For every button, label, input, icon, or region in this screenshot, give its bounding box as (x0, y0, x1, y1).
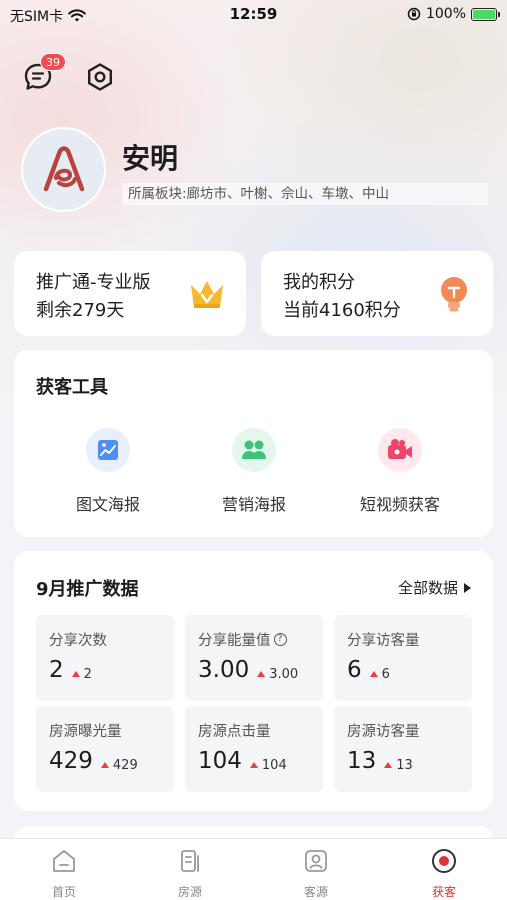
tab-label: 房源 (177, 885, 202, 899)
trend-up-icon (71, 671, 80, 677)
metric-value: 3.00 (198, 657, 250, 683)
orientation-lock-icon (407, 7, 421, 21)
metric-value: 2 (49, 657, 64, 683)
clients-icon (305, 850, 327, 872)
metric-share-visitors[interactable]: 分享访客量 6 6 (334, 615, 472, 701)
video-camera-icon (378, 428, 422, 472)
metric-listing-clicks[interactable]: 房源点击量 104 104 (185, 706, 323, 792)
tab-home[interactable]: 首页 (34, 847, 94, 900)
status-right: 100% (407, 6, 500, 22)
tab-label: 首页 (51, 885, 76, 899)
metric-delta: 6 (381, 666, 390, 682)
trend-up-icon (384, 762, 393, 768)
avatar-logo-icon (43, 145, 84, 191)
metric-label: 房源访客量 (347, 724, 420, 740)
promo-plan-title: 推广通-专业版 (36, 272, 151, 293)
tools-title: 获客工具 (36, 377, 108, 398)
help-icon[interactable]: ? (273, 633, 287, 646)
points-card[interactable]: 我的积分 当前4160积分 (261, 251, 493, 336)
points-title: 我的积分 (283, 272, 355, 293)
trend-up-icon (369, 671, 378, 677)
avatar[interactable] (21, 127, 106, 212)
tab-label: 获客 (431, 885, 456, 899)
battery-percent: 100% (425, 6, 466, 22)
settings-icon[interactable] (84, 61, 116, 93)
acquire-icon (432, 849, 456, 873)
lightbulb-icon (441, 277, 467, 312)
trend-up-icon (257, 671, 266, 677)
status-bar: 无SIM卡 12:59 100% (0, 0, 507, 30)
metric-delta: 104 (261, 757, 287, 773)
trend-up-icon (249, 762, 258, 768)
people-icon (232, 428, 276, 472)
tool-short-video[interactable]: 短视频获客 (325, 428, 475, 515)
metric-value: 429 (49, 748, 93, 774)
tool-label: 短视频获客 (359, 495, 440, 514)
metric-delta: 429 (112, 757, 138, 773)
trend-up-icon (100, 762, 109, 768)
metric-label: 房源点击量 (198, 724, 271, 740)
tab-clients[interactable]: 客源 (286, 847, 346, 900)
metric-listing-exposure[interactable]: 房源曝光量 429 429 (36, 706, 174, 792)
all-data-label: 全部数据 (397, 579, 458, 597)
tool-image-poster[interactable]: 图文海报 (33, 428, 183, 515)
metric-share-count[interactable]: 分享次数 2 2 (36, 615, 174, 701)
tab-acquire[interactable]: 获客 (414, 847, 474, 900)
tab-bar: 首页 房源 客源 获客 (0, 838, 507, 900)
metric-delta: 13 (396, 757, 413, 773)
promo-data-title: 9月推广数据 (36, 579, 139, 600)
tools-section: 获客工具 图文海报 营销海报 短视频获客 (14, 350, 493, 537)
metric-value: 6 (347, 657, 362, 683)
points-current: 当前4160积分 (283, 300, 401, 321)
user-name: 安明 (122, 142, 179, 175)
crown-icon (191, 281, 223, 308)
promo-plan-card[interactable]: 推广通-专业版 剩余279天 (14, 251, 246, 336)
arrow-right-icon (464, 582, 471, 593)
metric-value: 104 (198, 748, 242, 774)
all-data-link[interactable]: 全部数据 (398, 577, 471, 598)
promo-plan-remaining: 剩余279天 (36, 300, 125, 321)
tool-label: 图文海报 (75, 495, 140, 514)
message-badge: 39 (40, 53, 66, 71)
tab-label: 客源 (303, 885, 328, 899)
metric-delta: 2 (83, 666, 92, 682)
region-label: 所属板块:廊坊市、叶榭、佘山、车墩、中山 (122, 183, 488, 205)
metric-label: 分享能量值 (198, 633, 271, 649)
tab-listings[interactable]: 房源 (160, 847, 220, 900)
home-icon (53, 850, 75, 872)
tool-label: 营销海报 (221, 495, 286, 514)
image-poster-icon (86, 428, 130, 472)
battery-icon (471, 7, 500, 21)
tool-marketing-poster[interactable]: 营销海报 (179, 428, 329, 515)
metric-share-energy[interactable]: 分享能量值? 3.00 3.00 (185, 615, 323, 701)
metric-value: 13 (347, 748, 377, 774)
metric-label: 分享次数 (49, 633, 107, 649)
listings-icon (181, 850, 199, 872)
metric-label: 分享访客量 (347, 633, 420, 649)
metric-listing-visitors[interactable]: 房源访客量 13 13 (334, 706, 472, 792)
promo-data-section: 9月推广数据 全部数据 分享次数 2 2 分享能量值? 3.00 3.00 分享… (14, 551, 493, 811)
metric-delta: 3.00 (269, 666, 299, 682)
metric-label: 房源曝光量 (49, 724, 122, 740)
